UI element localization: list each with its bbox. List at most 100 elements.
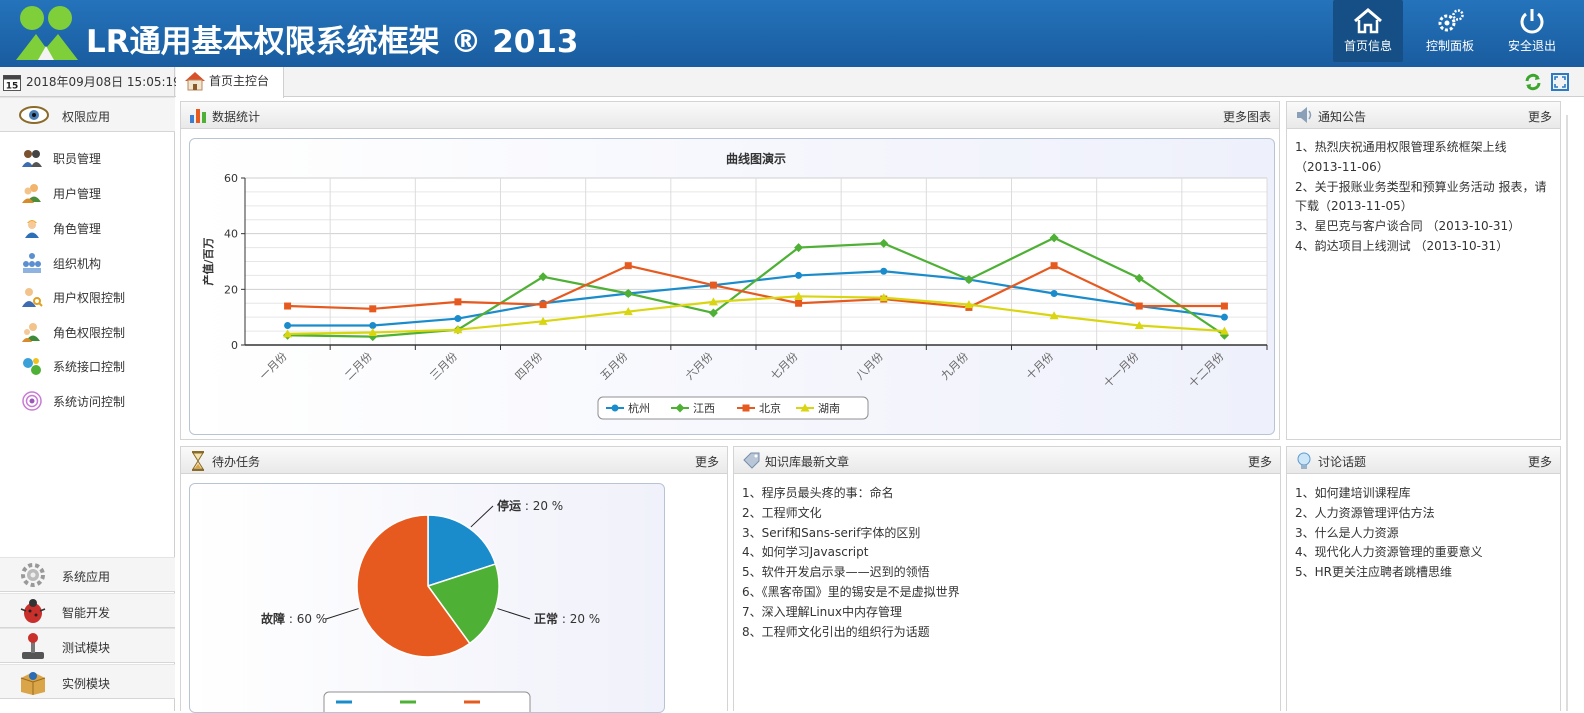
pie-label: 停运 : 20 % bbox=[497, 498, 563, 513]
pie-label: 故障 : 60 % bbox=[261, 611, 327, 626]
knowledge-list: 1、程序员最头疼的事：命名 2、工程师文化 3、Serif和Sans-serif… bbox=[742, 484, 1274, 642]
data-point bbox=[795, 271, 803, 279]
article-item[interactable]: 7、深入理解Linux中内存管理 bbox=[742, 603, 1274, 623]
notice-item[interactable]: 1、热烈庆祝通用权限管理系统框架上线 （2013-11-06） bbox=[1295, 138, 1554, 178]
gears-icon bbox=[1438, 9, 1464, 32]
sidebar-item-interface[interactable]: 系统接口控制 bbox=[0, 350, 175, 382]
user-permission-icon bbox=[22, 288, 43, 307]
todo-panel: 待办任务 更多 停运 : 20 % 正常 : 20 % 故障 : 60 % bbox=[180, 446, 728, 713]
stats-more-link[interactable]: 更多图表 bbox=[1223, 108, 1271, 125]
y-axis-title: 产值/百万 bbox=[201, 237, 215, 285]
data-point bbox=[880, 267, 888, 275]
data-point bbox=[624, 262, 632, 270]
line-chart: 0 20 40 60 一月份 二月份 三月份 四月份 五月份 六月份 七月份 八月份 九月份 十月份 十一月… bbox=[201, 151, 1268, 420]
pie-label: 正常 : 20 % bbox=[534, 611, 600, 626]
x-tick-label: 九月份 bbox=[939, 350, 972, 383]
users-icon bbox=[22, 184, 41, 203]
lightbulb-icon bbox=[1297, 452, 1311, 469]
topic-item[interactable]: 3、什么是人力资源 bbox=[1295, 524, 1554, 544]
pie-label-name: 正常 bbox=[534, 611, 558, 626]
pie-chart-container: 停运 : 20 % 正常 : 20 % 故障 : 60 % bbox=[189, 483, 665, 713]
bug-icon bbox=[20, 599, 46, 623]
data-point bbox=[1220, 302, 1228, 310]
joystick-icon bbox=[22, 633, 44, 659]
legend-marker bbox=[611, 404, 619, 412]
refresh-icon[interactable] bbox=[1524, 73, 1542, 91]
sidebar-item-staff[interactable]: 职员管理 bbox=[0, 142, 175, 174]
tab-home-console[interactable]: 首页主控台 bbox=[176, 67, 284, 98]
pie-connector bbox=[325, 608, 359, 620]
bar-chart-icon bbox=[190, 109, 206, 123]
article-item[interactable]: 3、Serif和Sans-serif字体的区别 bbox=[742, 524, 1274, 544]
sidebar-section-examples[interactable]: 实例模块 bbox=[0, 664, 175, 699]
data-point bbox=[1135, 302, 1143, 310]
sidebar-item-users[interactable]: 用户管理 bbox=[0, 177, 175, 209]
notice-more-link[interactable]: 更多 bbox=[1528, 108, 1552, 125]
sidebar-item-roles[interactable]: 角色管理 bbox=[0, 212, 175, 244]
y-tick-label: 0 bbox=[231, 339, 238, 352]
eye-icon bbox=[19, 106, 49, 124]
sidebar-section-test[interactable]: 测试模块 bbox=[0, 628, 175, 663]
todo-panel-header: 待办任务 更多 bbox=[181, 447, 727, 474]
datetime-display: 15 2018年09月08日 15:05:19 bbox=[0, 67, 181, 97]
notice-panel: 通知公告 更多 1、热烈庆祝通用权限管理系统框架上线 （2013-11-06） … bbox=[1286, 101, 1561, 440]
staff-icon bbox=[22, 150, 42, 167]
calendar-icon: 15 bbox=[3, 75, 21, 91]
x-tick-label: 四月份 bbox=[513, 350, 546, 383]
data-point bbox=[369, 322, 377, 330]
legend-label: 江西 bbox=[693, 402, 715, 415]
sidebar-item-access[interactable]: 系统访问控制 bbox=[0, 385, 175, 417]
sidebar-item-organization[interactable]: 组织机构 bbox=[0, 247, 175, 279]
speaker-icon bbox=[1297, 107, 1312, 123]
sidebar-section-system[interactable]: 系统应用 bbox=[0, 557, 175, 592]
pie-legend-box bbox=[323, 691, 531, 712]
package-icon bbox=[20, 672, 46, 695]
role-icon bbox=[25, 220, 39, 238]
article-item[interactable]: 5、软件开发启示录——迟到的领悟 bbox=[742, 563, 1274, 583]
article-item[interactable]: 4、如何学习Javascript bbox=[742, 543, 1274, 563]
todo-more-link[interactable]: 更多 bbox=[695, 453, 719, 470]
discussion-panel-header: 讨论话题 更多 bbox=[1287, 447, 1560, 474]
logout-button[interactable]: 安全退出 bbox=[1497, 0, 1567, 62]
topic-item[interactable]: 5、HR更关注应聘者跳槽思维 bbox=[1295, 563, 1554, 583]
house-icon bbox=[185, 72, 205, 91]
sidebar-section-dev[interactable]: 智能开发 bbox=[0, 593, 175, 628]
topic-item[interactable]: 4、现代化人力资源管理的重要意义 bbox=[1295, 543, 1554, 563]
sidebar-section-permission[interactable]: 权限应用 bbox=[0, 97, 175, 132]
home-info-button[interactable]: 首页信息 bbox=[1333, 0, 1403, 62]
notice-item[interactable]: 3、星巴克与客户谈合同 （2013-10-31） bbox=[1295, 217, 1554, 237]
knowledge-panel-title: 知识库最新文章 bbox=[765, 455, 850, 469]
notice-item[interactable]: 4、韵达项目上线测试 （2013-10-31） bbox=[1295, 237, 1554, 257]
x-tick-label: 十二月份 bbox=[1186, 349, 1227, 390]
todo-panel-title: 待办任务 bbox=[212, 455, 261, 469]
legend-label: 湖南 bbox=[818, 402, 840, 415]
knowledge-more-link[interactable]: 更多 bbox=[1248, 453, 1272, 470]
data-point bbox=[709, 281, 717, 289]
article-item[interactable]: 8、工程师文化引出的组织行为话题 bbox=[742, 623, 1274, 643]
fullscreen-icon[interactable] bbox=[1551, 73, 1569, 91]
data-point bbox=[1050, 290, 1058, 298]
control-panel-button[interactable]: 控制面板 bbox=[1415, 0, 1485, 62]
pie-label-value: : 20 % bbox=[558, 612, 600, 626]
knowledge-panel-header: 知识库最新文章 更多 bbox=[734, 447, 1280, 474]
discussion-more-link[interactable]: 更多 bbox=[1528, 453, 1552, 470]
pie-label-value: : 60 % bbox=[285, 612, 327, 626]
vertical-scrollbar[interactable] bbox=[1566, 115, 1568, 711]
sidebar-item-user-permission[interactable]: 用户权限控制 bbox=[0, 281, 175, 313]
topic-item[interactable]: 1、如何建培训课程库 bbox=[1295, 484, 1554, 504]
home-icon bbox=[1354, 8, 1382, 34]
access-icon bbox=[22, 391, 42, 411]
x-tick-label: 六月份 bbox=[683, 350, 716, 383]
article-item[interactable]: 2、工程师文化 bbox=[742, 504, 1274, 524]
notice-item[interactable]: 2、关于报账业务类型和预算业务活动 报表，请下载（2013-11-05） bbox=[1295, 178, 1554, 218]
app-logo bbox=[16, 6, 78, 60]
chart-title: 曲线图演示 bbox=[726, 151, 786, 166]
app-header: LR通用基本权限系统框架 ® 2013 首页信息 控制面板 安全退出 bbox=[0, 0, 1584, 67]
x-tick-label: 八月份 bbox=[853, 350, 886, 383]
sidebar-item-role-permission[interactable]: 角色权限控制 bbox=[0, 316, 175, 348]
x-tick-label: 二月份 bbox=[342, 350, 375, 383]
article-item[interactable]: 6、《黑客帝国》里的锡安是不是虚拟世界 bbox=[742, 583, 1274, 603]
topic-item[interactable]: 2、人力资源管理评估方法 bbox=[1295, 504, 1554, 524]
pie-label-name: 故障 bbox=[261, 611, 285, 626]
article-item[interactable]: 1、程序员最头疼的事：命名 bbox=[742, 484, 1274, 504]
